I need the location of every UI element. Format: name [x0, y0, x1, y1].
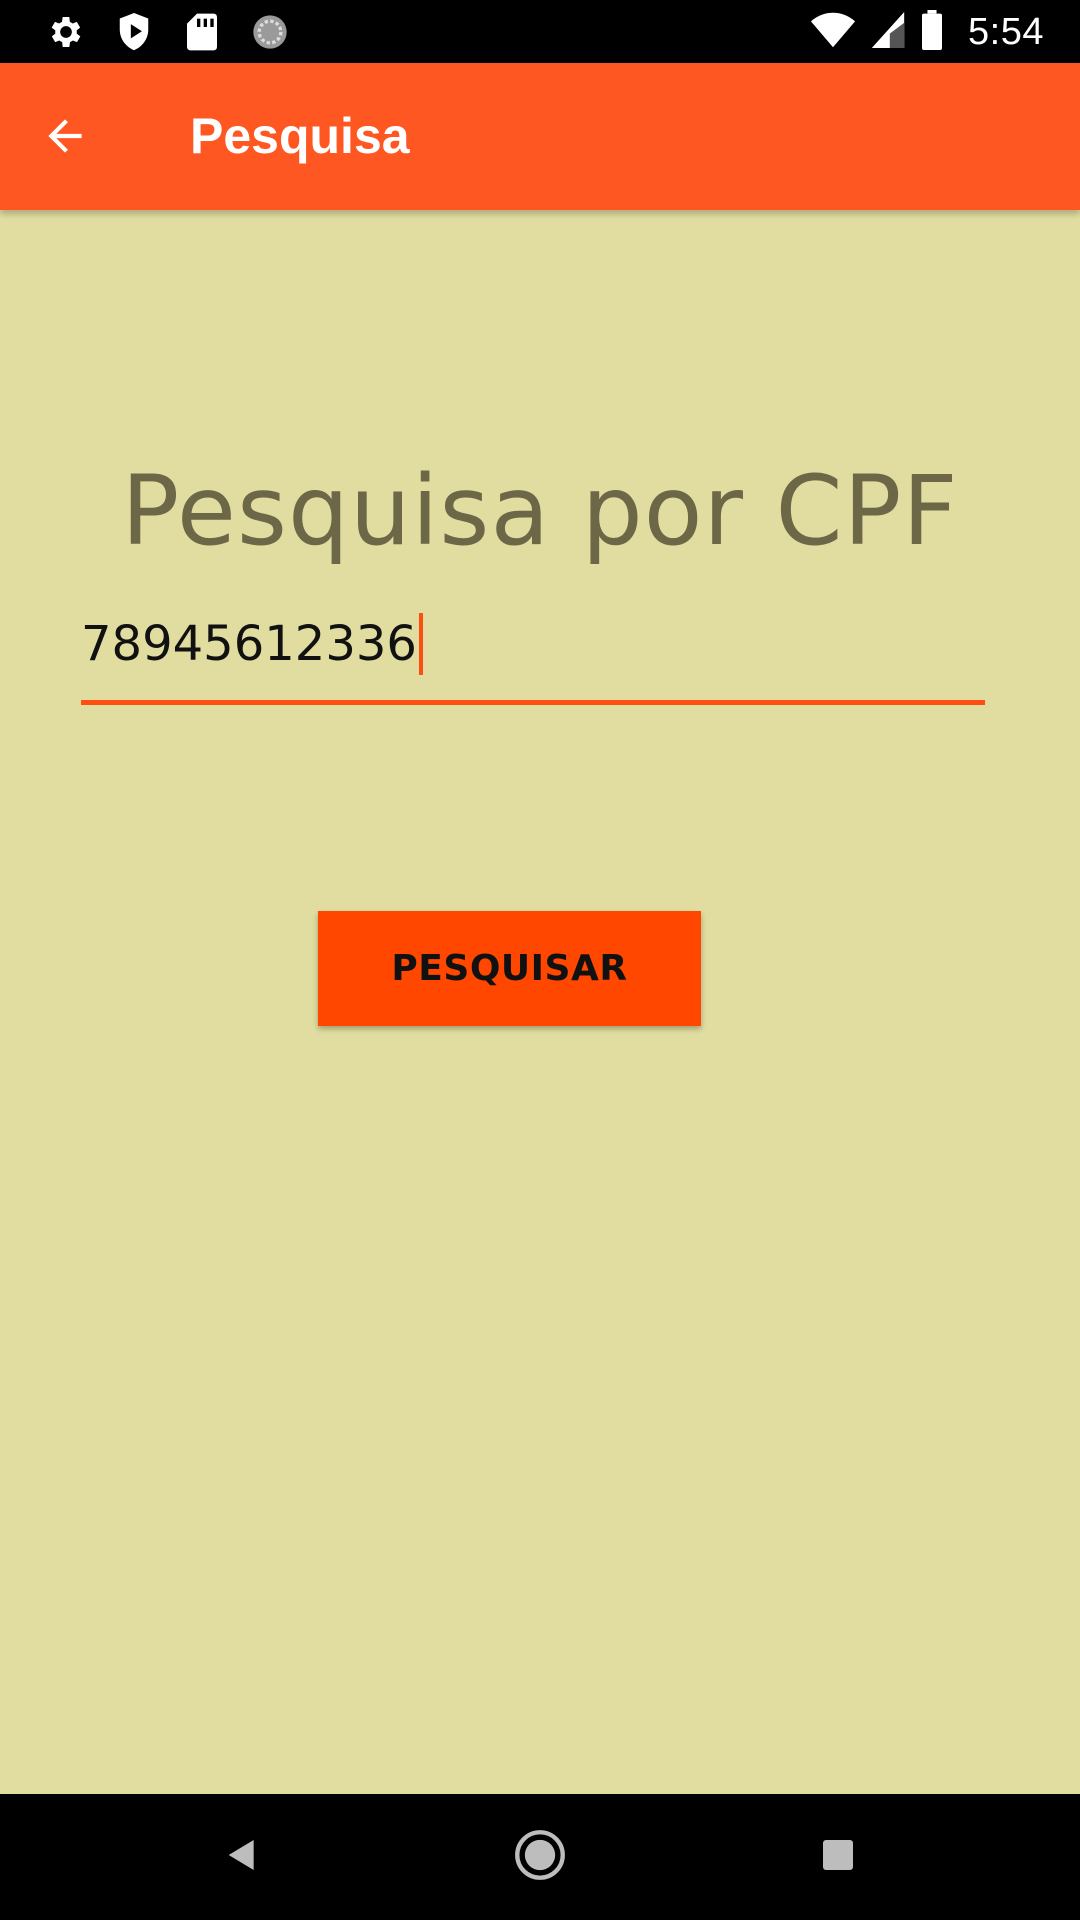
- nav-home-button[interactable]: [508, 1825, 572, 1889]
- arrow-back-icon: [40, 111, 90, 166]
- navigation-bar: [0, 1794, 1080, 1920]
- nav-back-button[interactable]: [210, 1825, 274, 1889]
- status-time: 5:54: [968, 10, 1044, 53]
- battery-icon: [920, 9, 944, 55]
- cpf-input-value: 78945612336: [81, 616, 417, 672]
- status-left-icons: [44, 10, 292, 54]
- cpf-input-value-wrap: 78945612336: [81, 613, 423, 675]
- search-button[interactable]: PESQUISAR: [318, 911, 701, 1026]
- settings-icon: [44, 10, 88, 54]
- search-heading: Pesquisa por CPF: [121, 455, 959, 567]
- cpf-input[interactable]: 78945612336: [81, 605, 985, 705]
- text-caret: [418, 613, 423, 675]
- back-button[interactable]: [30, 103, 100, 173]
- page-title: Pesquisa: [190, 108, 410, 164]
- nav-recents-button[interactable]: [806, 1825, 870, 1889]
- app-bar: Pesquisa: [0, 63, 1080, 210]
- recents-square-icon: [820, 1837, 856, 1878]
- sd-card-icon: [180, 10, 224, 54]
- sync-spinner-icon: [248, 10, 292, 54]
- back-triangle-icon: [222, 1835, 262, 1880]
- shield-play-icon: [112, 10, 156, 54]
- home-circle-icon: [514, 1829, 566, 1886]
- wifi-icon: [810, 10, 856, 55]
- status-right-icons: 5:54: [810, 9, 1044, 55]
- cell-signal-icon: [870, 10, 906, 55]
- status-bar: 5:54: [0, 0, 1080, 63]
- screen: 5:54 Pesquisa Pesquisa por CPF 789456123…: [0, 0, 1080, 1920]
